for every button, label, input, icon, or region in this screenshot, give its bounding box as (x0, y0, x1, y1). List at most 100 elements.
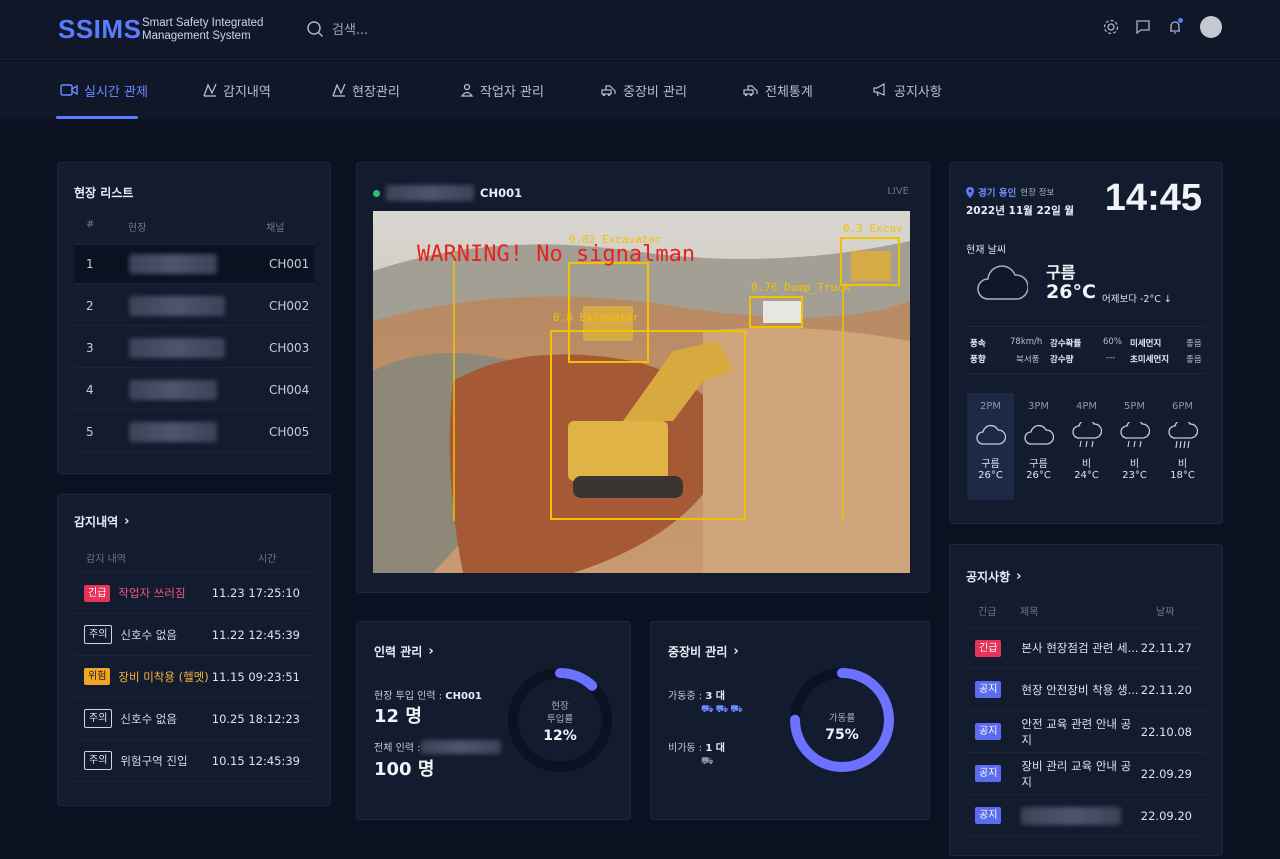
site-channel: CH001 (269, 257, 310, 271)
site-row[interactable]: 1 CH001 (74, 244, 314, 284)
forecast-time: 4PM (1075, 401, 1098, 412)
site-num: 4 (86, 382, 94, 397)
site-row[interactable]: 3 CH003 (74, 328, 314, 368)
ultrafine-dust-value: 좋음 (1186, 355, 1202, 365)
active-equipment-value: 3 대 (705, 691, 725, 702)
hourly-forecast-item: 6PM 비 18°C (1159, 393, 1206, 500)
temperature-compare: 어제보다 -2°C ↓ (1102, 294, 1172, 305)
notice-row[interactable]: 공지 안전 교육 관련 안내 공지 22.10.08 (966, 711, 1206, 753)
gauge-caption: 현장 투입률 (502, 700, 618, 726)
ultrafine-dust-label: 초미세먼지 (1130, 355, 1170, 365)
tab-site-management[interactable]: 현장관리 (332, 61, 400, 119)
site-channel: CH005 (269, 424, 310, 439)
equipment-panel: 중장비 관리 › 가동중 : 3 대 ⛟⛟⛟ 비가동 : 1 대 ⛟ 가동률 7… (650, 621, 930, 820)
column-header-date: 날짜 (1156, 607, 1175, 618)
weather-panel: 경기 용인 현장 정보 2022년 11월 22일 월 14:45 현재 날씨 … (949, 162, 1223, 524)
camera-feed[interactable]: 0.82 Excavator 0.8 Excavator 0.76 Dump_T… (373, 211, 910, 573)
panel-title: 공지사항 (966, 570, 1011, 584)
onsite-label-text: 현장 투입 인력 : (374, 691, 446, 702)
search-input[interactable]: 검색... (332, 19, 368, 38)
warning-text: WARNING! No signalman (417, 242, 695, 267)
location-pin-icon (966, 186, 974, 198)
bbox-label-excavator-3: 0.3 Excav (843, 222, 903, 235)
notice-date: 22.10.08 (1140, 724, 1192, 739)
forecast-temp: 23°C (1122, 470, 1147, 481)
active-equipment-label: 가동중 : 3 대 (668, 687, 725, 702)
notice-row[interactable]: 공지 장비 관리 교육 안내 공지 22.09.29 (966, 753, 1206, 795)
onsite-workforce-value: 12 명 (374, 706, 422, 727)
search-bar[interactable]: 검색... (306, 19, 368, 38)
site-row[interactable]: 2 CH002 (74, 286, 314, 326)
site-list-panel: 현장 리스트 # 현장 채널 1 CH001 2 CH002 3 CH003 4… (57, 162, 331, 474)
column-header-detection: 감지 내역 (86, 554, 126, 565)
notice-row[interactable]: 긴급 본사 현장점검 관련 세... 22.11.27 (966, 627, 1206, 669)
tab-notices[interactable]: 공지사항 (872, 61, 942, 119)
danger-badge: 위험 (84, 668, 111, 685)
notice-title: 장비 관리 교육 안내 공지 (1021, 758, 1132, 789)
tab-label: 중장비 관리 (623, 84, 687, 100)
forecast-condition: 비 (1129, 459, 1140, 470)
site-name-redacted (129, 254, 217, 274)
detection-text: 신호수 없음 (120, 627, 177, 642)
site-row[interactable]: 4 CH004 (74, 370, 314, 410)
detection-row[interactable]: 위험 장비 미착용 (헬멧) 11.15 09:23:51 (74, 656, 314, 698)
tab-label: 공지사항 (894, 84, 942, 100)
wind-speed-label: 풍속 (970, 339, 986, 349)
idle-equipment-label: 비가동 : 1 대 (668, 739, 725, 754)
notice-row[interactable]: 공지 현장 안전장비 착용 생... 22.11.20 (966, 669, 1206, 711)
forecast-condition: 구름 (981, 459, 1000, 470)
hourly-forecast-item: 2PM 구름 26°C (967, 393, 1014, 500)
active-tab-indicator (56, 116, 138, 119)
chat-icon[interactable] (1134, 18, 1152, 36)
rainfall-value: --- (1106, 353, 1116, 363)
detection-row[interactable]: 주의 신호수 없음 10.25 18:12:23 (74, 698, 314, 740)
detection-row[interactable]: 주의 신호수 없음 11.22 12:45:39 (74, 614, 314, 656)
tab-equipment-management[interactable]: 중장비 관리 (601, 61, 687, 119)
detection-time: 10.15 12:45:39 (211, 753, 300, 768)
hourly-forecast-item: 4PM 비 24°C (1063, 393, 1110, 500)
tab-live-monitoring[interactable]: 실시간 관제 (60, 61, 148, 119)
forecast-time: 6PM (1171, 401, 1194, 412)
column-header-num: # (86, 219, 95, 230)
live-video-panel: CH001 LIVE 0.82 Excavator 0.8 Excavator … (356, 162, 930, 593)
notice-badge: 공지 (975, 807, 1002, 824)
forecast-time: 2PM (979, 401, 1002, 412)
notice-badge: 공지 (975, 681, 1002, 698)
detection-row[interactable]: 긴급 작업자 쓰러짐 11.23 17:25:10 (74, 572, 314, 614)
site-row[interactable]: 5 CH005 (74, 412, 314, 452)
idle-excavator-icons: ⛟ (701, 756, 714, 769)
live-label: LIVE (887, 186, 909, 197)
panel-title: 현장 리스트 (74, 186, 134, 200)
notice-date: 22.11.20 (1140, 682, 1192, 697)
site-channel: CH002 (269, 298, 310, 313)
site-num: 3 (86, 340, 94, 355)
hourly-forecast-item: 5PM 비 23°C (1111, 393, 1158, 500)
equipment-title-link[interactable]: 중장비 관리 › (668, 643, 739, 660)
forecast-time: 5PM (1123, 401, 1146, 412)
logo[interactable]: SSIMS (58, 14, 141, 45)
chart-icon (203, 83, 217, 97)
tab-detection-history[interactable]: 감지내역 (203, 61, 271, 119)
detection-row[interactable]: 주의 위험구역 진입 10.15 12:45:39 (74, 740, 314, 782)
wind-direction-label: 풍향 (970, 355, 986, 365)
detection-time: 10.25 18:12:23 (211, 711, 300, 726)
bell-icon[interactable] (1166, 18, 1184, 36)
workforce-title-link[interactable]: 인력 관리 › (374, 643, 434, 660)
idle-label-text: 비가동 : (668, 743, 706, 754)
current-temperature: 26°C (1046, 281, 1096, 303)
logo-subtitle: Smart Safety Integrated Management Syste… (142, 17, 263, 43)
notification-dot (1178, 18, 1183, 23)
notices-title-link[interactable]: 공지사항 › (966, 568, 1022, 585)
tab-worker-management[interactable]: 작업자 관리 (460, 61, 544, 119)
notice-row[interactable]: 공지 22.09.20 (966, 795, 1206, 837)
gear-icon[interactable] (1102, 18, 1120, 36)
site-channel: CH004 (269, 382, 310, 397)
tab-statistics[interactable]: 전체통계 (743, 61, 813, 119)
site-num: 1 (86, 257, 94, 271)
hourly-forecast-item: 3PM 구름 26°C (1015, 393, 1062, 500)
gauge-value: 75% (825, 727, 859, 743)
forecast-temp: 24°C (1074, 470, 1099, 481)
detection-title-link[interactable]: 감지내역 › (74, 513, 130, 530)
avatar[interactable] (1200, 16, 1222, 38)
notice-badge: 공지 (975, 723, 1002, 740)
